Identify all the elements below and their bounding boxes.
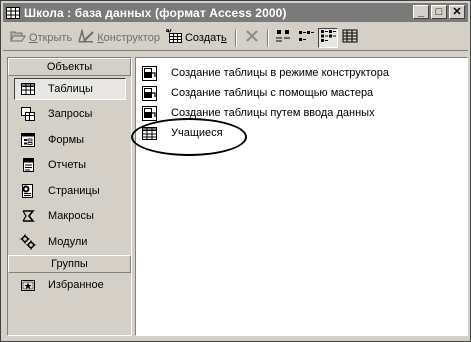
report-icon xyxy=(20,157,36,173)
sidebar-item-label: Формы xyxy=(48,133,85,146)
list-view-icon xyxy=(320,29,336,46)
open-icon xyxy=(10,29,26,46)
sidebar-item-macros[interactable]: Макросы xyxy=(8,204,131,230)
large-icons-icon xyxy=(275,29,292,46)
title-bar[interactable]: Школа : база данных (формат Access 2000)… xyxy=(3,3,468,22)
shortcut-icon xyxy=(142,105,157,121)
toolbar: Открыть Конструктор Создать xyxy=(3,25,468,51)
database-icon xyxy=(6,6,20,19)
list-view-button[interactable] xyxy=(317,27,338,48)
database-window: Школа : база данных (формат Access 2000)… xyxy=(0,0,471,342)
list-item-label: Создание таблицы путем ввода данных xyxy=(171,107,375,119)
toolbar-separator xyxy=(266,28,269,47)
sidebar-item-tables[interactable]: Таблицы xyxy=(8,76,131,102)
design-label: Конструктор xyxy=(97,31,160,44)
open-label: Открыть xyxy=(29,31,73,44)
objects-bar: Объекты Таблицы Запросы Формы Отчеты Стр… xyxy=(7,57,132,336)
sidebar-item-label: Модули xyxy=(48,235,88,248)
sidebar-item-queries[interactable]: Запросы xyxy=(8,102,131,128)
sidebar-item-label: Избранное xyxy=(48,279,104,292)
large-icons-view-button[interactable] xyxy=(274,28,294,48)
shortcut-icon xyxy=(142,65,157,81)
sidebar-item-forms[interactable]: Формы xyxy=(8,127,131,153)
groups-header[interactable]: Группы xyxy=(8,254,131,273)
list-item-design-view[interactable]: Создание таблицы в режиме конструктора xyxy=(136,63,467,83)
open-button[interactable]: Открыть xyxy=(7,27,75,49)
create-table-icon xyxy=(165,28,182,46)
design-button[interactable]: Конструктор xyxy=(75,27,163,49)
form-icon xyxy=(20,132,36,148)
small-icons-icon xyxy=(298,29,314,46)
close-button[interactable]: ✕ xyxy=(449,5,465,19)
list-item-label: Создание таблицы с помощью мастера xyxy=(171,87,374,99)
sidebar-item-favorites[interactable]: Избранное xyxy=(8,273,131,299)
details-view-button[interactable] xyxy=(340,28,360,48)
sidebar-item-label: Запросы xyxy=(48,108,93,121)
small-icons-view-button[interactable] xyxy=(296,28,316,48)
sidebar-item-modules[interactable]: Модули xyxy=(8,229,131,255)
minimize-button[interactable]: _ xyxy=(413,5,429,19)
module-icon xyxy=(20,234,36,250)
toolbar-separator xyxy=(234,28,237,47)
maximize-button[interactable]: □ xyxy=(431,5,447,19)
sidebar-item-label: Отчеты xyxy=(48,159,87,172)
details-view-icon xyxy=(342,29,358,46)
list-item-label: Создание таблицы в режиме конструктора xyxy=(171,67,389,79)
shortcut-icon xyxy=(142,85,157,101)
delete-button[interactable] xyxy=(242,27,262,49)
sidebar-item-label: Таблицы xyxy=(48,82,93,95)
favorites-icon xyxy=(20,277,36,293)
page-icon xyxy=(20,183,36,199)
object-list: Создание таблицы в режиме конструктора С… xyxy=(135,57,468,336)
highlight-circle xyxy=(131,118,247,156)
design-icon xyxy=(78,28,94,46)
window-title: Школа : база данных (формат Access 2000) xyxy=(24,5,287,20)
create-button[interactable]: Создать xyxy=(163,27,230,49)
sidebar-item-label: Страницы xyxy=(48,184,100,197)
sidebar-item-reports[interactable]: Отчеты xyxy=(8,153,131,179)
sidebar-item-label: Макросы xyxy=(48,210,94,223)
sidebar-item-pages[interactable]: Страницы xyxy=(8,178,131,204)
objects-header[interactable]: Объекты xyxy=(8,58,131,76)
delete-icon xyxy=(245,29,259,46)
list-item-wizard[interactable]: Создание таблицы с помощью мастера xyxy=(136,83,467,103)
macro-icon xyxy=(20,208,36,224)
table-icon xyxy=(20,81,36,97)
query-icon xyxy=(20,106,36,122)
create-label: Создать xyxy=(184,31,227,44)
